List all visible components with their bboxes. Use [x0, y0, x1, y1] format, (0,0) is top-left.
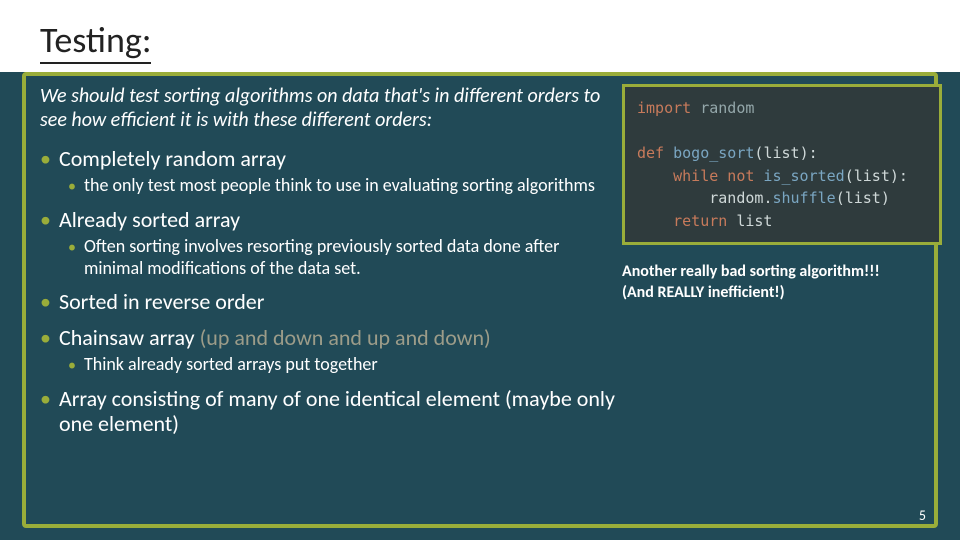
bullet-text: Chainsaw array (up and down and up and d…	[59, 325, 491, 350]
slide: Testing: We should test sorting algorith…	[0, 0, 960, 540]
code-caption: Another really bad sorting algorithm!!! …	[622, 262, 942, 304]
code-line: return list	[637, 210, 927, 233]
bullet-text: Array consisting of many of one identica…	[59, 386, 620, 437]
bullet-icon: •	[40, 209, 51, 231]
bullet-text-dim: (up and down and up and down)	[195, 324, 491, 351]
bullet-icon: •	[40, 327, 51, 349]
list-subitem: • Often sorting involves resorting previ…	[68, 236, 620, 279]
page-number: 5	[919, 507, 926, 524]
list-item: • Sorted in reverse order	[40, 289, 620, 314]
bullet-text: Completely random array	[59, 146, 286, 171]
content-area: We should test sorting algorithms on dat…	[40, 84, 620, 446]
intro-text: We should test sorting algorithms on dat…	[40, 84, 620, 132]
code-line: def bogo_sort(list):	[637, 142, 927, 165]
bullet-text: Already sorted array	[59, 207, 240, 232]
list-subitem: • the only test most people think to use…	[68, 175, 620, 197]
caption-line: Another really bad sorting algorithm!!!	[622, 262, 942, 283]
bullet-icon: •	[40, 388, 51, 410]
code-line: random.shuffle(list)	[637, 187, 927, 210]
list-item: • Array consisting of many of one identi…	[40, 386, 620, 437]
slide-title: Testing:	[40, 18, 151, 64]
code-line	[637, 120, 927, 143]
bullet-list: • Completely random array • the only tes…	[40, 146, 620, 436]
bullet-icon: •	[68, 179, 76, 195]
list-item: • Completely random array • the only tes…	[40, 146, 620, 197]
code-line: import random	[637, 97, 927, 120]
list-item: • Chainsaw array (up and down and up and…	[40, 325, 620, 376]
caption-line: (And REALLY inefficient!)	[622, 283, 942, 304]
list-subitem: • Think already sorted arrays put togeth…	[68, 354, 620, 376]
code-line: while not is_sorted(list):	[637, 165, 927, 188]
subbullet-text: the only test most people think to use i…	[84, 175, 595, 197]
bullet-text: Sorted in reverse order	[59, 289, 264, 314]
bullet-icon: •	[40, 148, 51, 170]
subbullet-text: Often sorting involves resorting previou…	[84, 236, 620, 279]
subbullet-text: Think already sorted arrays put together	[84, 354, 378, 376]
bullet-icon: •	[40, 291, 51, 313]
code-panel: import random def bogo_sort(list): while…	[622, 84, 942, 245]
bullet-icon: •	[68, 240, 76, 256]
title-strip: Testing:	[0, 0, 960, 72]
list-item: • Already sorted array • Often sorting i…	[40, 207, 620, 279]
bullet-text-main: Chainsaw array	[59, 324, 195, 351]
bullet-icon: •	[68, 358, 76, 374]
